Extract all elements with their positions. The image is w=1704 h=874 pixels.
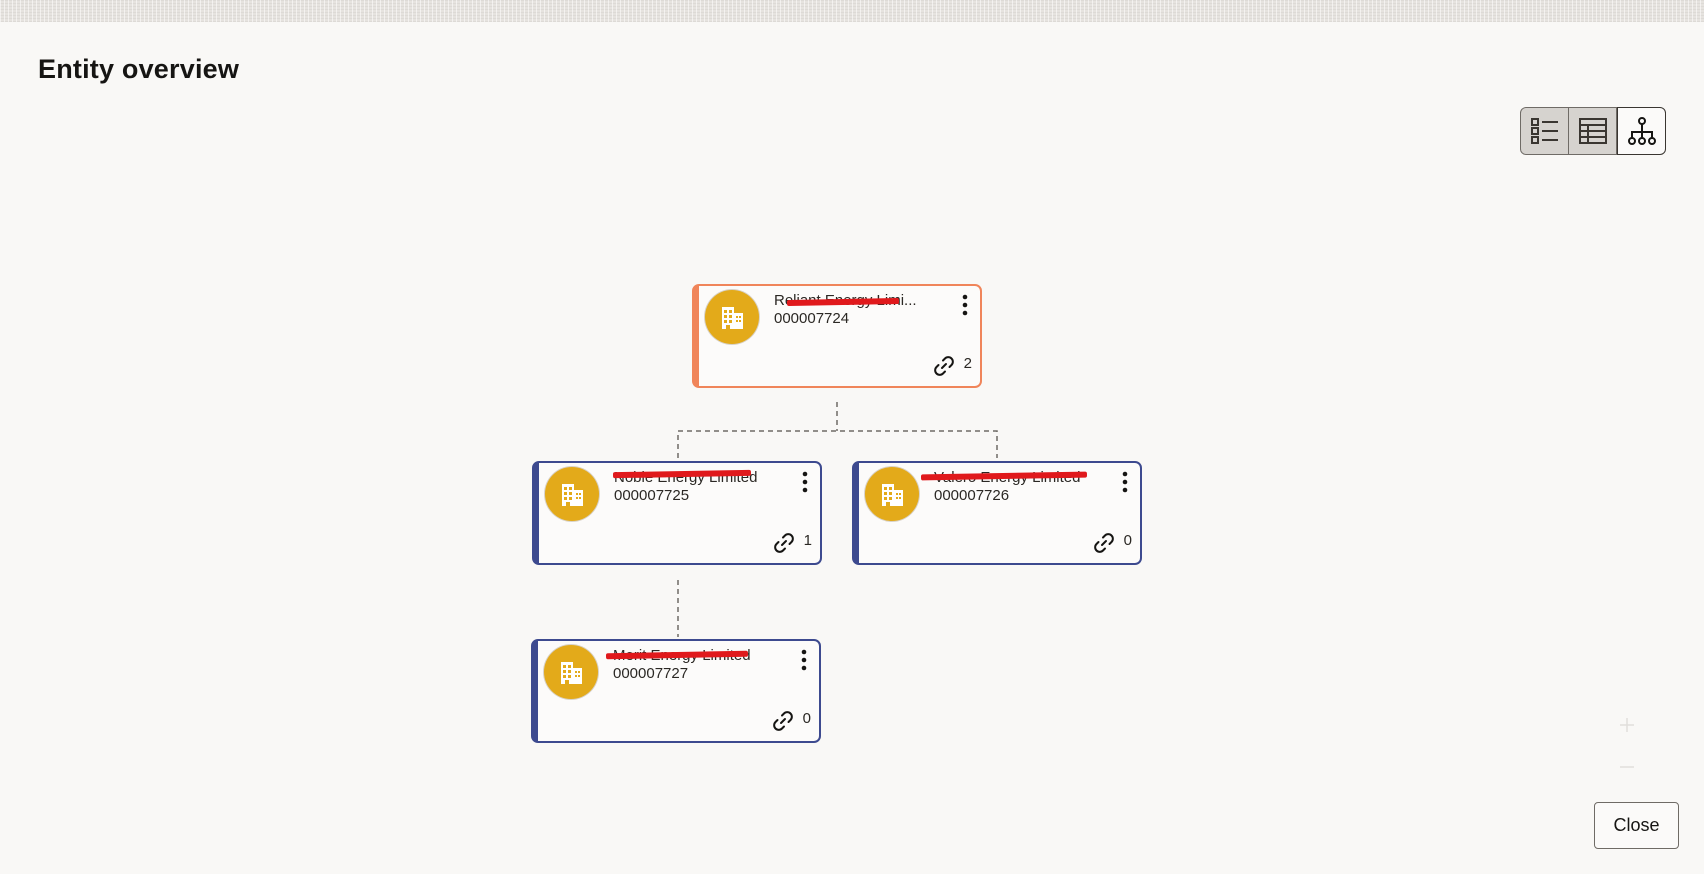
entity-avatar <box>544 645 598 699</box>
entity-card[interactable]: Merit Energy Limited 000007727 0 <box>531 639 821 743</box>
zoom-out-icon[interactable] <box>1618 758 1636 776</box>
entity-card[interactable]: Valero Energy Limited 000007726 0 <box>852 461 1142 565</box>
link-icon <box>934 356 954 376</box>
entity-card[interactable]: Noble Energy Limited 000007725 1 <box>532 461 822 565</box>
more-vertical-icon[interactable] <box>798 469 812 495</box>
link-icon <box>773 711 793 731</box>
link-count: 2 <box>963 355 972 372</box>
more-vertical-icon[interactable] <box>958 292 972 318</box>
entity-id: 000007726 <box>934 487 1010 504</box>
tree-connectors <box>677 402 998 637</box>
more-vertical-icon[interactable] <box>797 647 811 673</box>
entity-avatar <box>865 467 919 521</box>
link-icon <box>774 533 794 553</box>
entity-id: 000007725 <box>614 487 690 504</box>
building-icon <box>561 662 582 684</box>
entity-card-root[interactable]: Reliant Energy Limi... 000007724 2 <box>692 284 982 388</box>
entity-id: 000007724 <box>774 310 850 327</box>
zoom-in-icon[interactable] <box>1618 716 1636 734</box>
building-icon <box>882 484 903 506</box>
entity-id: 000007727 <box>613 665 689 682</box>
entity-avatar <box>705 290 759 344</box>
link-count: 0 <box>802 710 811 727</box>
building-icon <box>722 307 743 329</box>
entity-avatar <box>545 467 599 521</box>
more-vertical-icon[interactable] <box>1118 469 1132 495</box>
close-button[interactable]: Close <box>1594 802 1679 849</box>
link-count: 1 <box>803 532 812 549</box>
link-count: 0 <box>1123 532 1132 549</box>
link-icon <box>1094 533 1114 553</box>
building-icon <box>562 484 583 506</box>
